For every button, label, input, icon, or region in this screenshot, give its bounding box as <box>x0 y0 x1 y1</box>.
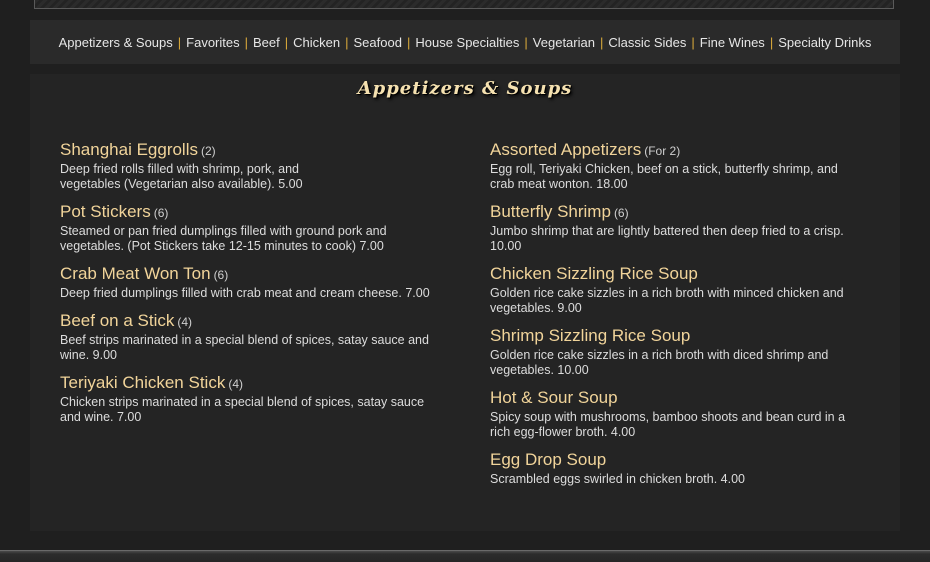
nav-link-chicken[interactable]: Chicken <box>293 35 340 50</box>
menu-item-description: Golden rice cake sizzles in a rich broth… <box>490 348 829 377</box>
menu-item-description: Deep fried rolls filled with shrimp, por… <box>60 162 303 191</box>
menu-item-description: Golden rice cake sizzles in a rich broth… <box>490 286 844 315</box>
menu-item-qty: (6) <box>613 206 629 220</box>
menu-item-name[interactable]: Shrimp Sizzling Rice Soup <box>490 326 690 345</box>
menu-item-name[interactable]: Pot Stickers <box>60 202 151 221</box>
footer-bar <box>0 550 930 562</box>
menu-item-description: Egg roll, Teriyaki Chicken, beef on a st… <box>490 162 838 191</box>
menu-item: Teriyaki Chicken Stick (4) Chicken strips… <box>60 373 430 425</box>
menu-item-name[interactable]: Beef on a Stick <box>60 311 174 330</box>
top-banner <box>34 0 894 9</box>
menu-item-name[interactable]: Chicken Sizzling Rice Soup <box>490 264 698 283</box>
menu-item: Shanghai Eggrolls (2) Deep fried rolls fi… <box>60 140 430 192</box>
menu-item: Butterfly Shrimp (6) Jumbo shrimp that ar… <box>490 202 865 254</box>
nav-separator: | <box>345 34 349 50</box>
nav-link-favorites[interactable]: Favorites <box>186 35 239 50</box>
menu-item-description: Spicy soup with mushrooms, bamboo shoots… <box>490 410 846 439</box>
menu-item-name[interactable]: Assorted Appetizers <box>490 140 641 159</box>
menu-item-qty: (6) <box>153 206 169 220</box>
menu-item: Assorted Appetizers (For 2) Egg roll, Ter… <box>490 140 865 192</box>
menu-column-right: Assorted Appetizers (For 2) Egg roll, Ter… <box>490 140 865 497</box>
nav-separator: | <box>406 34 411 50</box>
section-title: Appetizers & Soups <box>357 78 573 99</box>
menu-item-qty: (6) <box>213 268 229 282</box>
nav-separator: | <box>244 34 249 50</box>
menu-item: Hot & Sour Soup Spicy soup with mushroom… <box>490 388 865 440</box>
nav-separator: | <box>691 34 695 50</box>
nav-separator: | <box>284 34 289 50</box>
menu-item-name[interactable]: Teriyaki Chicken Stick <box>60 373 225 392</box>
category-nav: Appetizers & Soups | Favorites | Beef | … <box>30 20 900 64</box>
menu-item-description: Steamed or pan fried dumplings filled wi… <box>60 224 387 253</box>
nav-link-seafood[interactable]: Seafood <box>354 35 402 50</box>
nav-link-appetizers-soups[interactable]: Appetizers & Soups <box>59 35 173 50</box>
nav-link-fine-wines[interactable]: Fine Wines <box>700 35 765 50</box>
menu-item: Chicken Sizzling Rice Soup Golden rice c… <box>490 264 865 316</box>
menu-item-name[interactable]: Crab Meat Won Ton <box>60 264 211 283</box>
menu-item: Shrimp Sizzling Rice Soup Golden rice ca… <box>490 326 865 378</box>
nav-separator: | <box>177 34 182 50</box>
nav-link-vegetarian[interactable]: Vegetarian <box>533 35 595 50</box>
menu-item: Crab Meat Won Ton (6) Deep fried dumpling… <box>60 264 430 301</box>
menu-item-description: Deep fried dumplings filled with crab me… <box>60 286 430 300</box>
nav-separator: | <box>769 34 774 50</box>
menu-item-name[interactable]: Butterfly Shrimp <box>490 202 611 221</box>
nav-link-house-specialties[interactable]: House Specialties <box>415 35 519 50</box>
menu-item-qty: (For 2) <box>644 144 681 158</box>
menu-item-qty: (2) <box>200 144 216 158</box>
nav-link-classic-sides[interactable]: Classic Sides <box>608 35 686 50</box>
menu-item-description: Beef strips marinated in a special blend… <box>60 333 429 362</box>
nav-link-beef[interactable]: Beef <box>253 35 280 50</box>
menu-item-name[interactable]: Egg Drop Soup <box>490 450 606 469</box>
menu-item-qty: (4) <box>177 315 193 329</box>
nav-separator: | <box>599 34 604 50</box>
menu-item-qty: (4) <box>228 377 243 391</box>
menu-item: Beef on a Stick (4) Beef strips marinated… <box>60 311 430 363</box>
menu-item-name[interactable]: Hot & Sour Soup <box>490 388 618 407</box>
menu-panel: Appetizers & Soups Shanghai Eggrolls (2) … <box>30 74 900 531</box>
menu-item-description: Jumbo shrimp that are lightly battered t… <box>490 224 844 253</box>
menu-item-description: Chicken strips marinated in a special bl… <box>60 395 425 424</box>
menu-item-name[interactable]: Shanghai Eggrolls <box>60 140 198 159</box>
menu-item: Pot Stickers (6) Steamed or pan fried dum… <box>60 202 430 254</box>
nav-link-specialty-drinks[interactable]: Specialty Drinks <box>778 35 871 50</box>
menu-item: Egg Drop Soup Scrambled eggs swirled in … <box>490 450 865 487</box>
nav-separator: | <box>524 34 528 50</box>
menu-item-description: Scrambled eggs swirled in chicken broth.… <box>490 472 745 486</box>
menu-column-left: Shanghai Eggrolls (2) Deep fried rolls fi… <box>60 140 430 435</box>
